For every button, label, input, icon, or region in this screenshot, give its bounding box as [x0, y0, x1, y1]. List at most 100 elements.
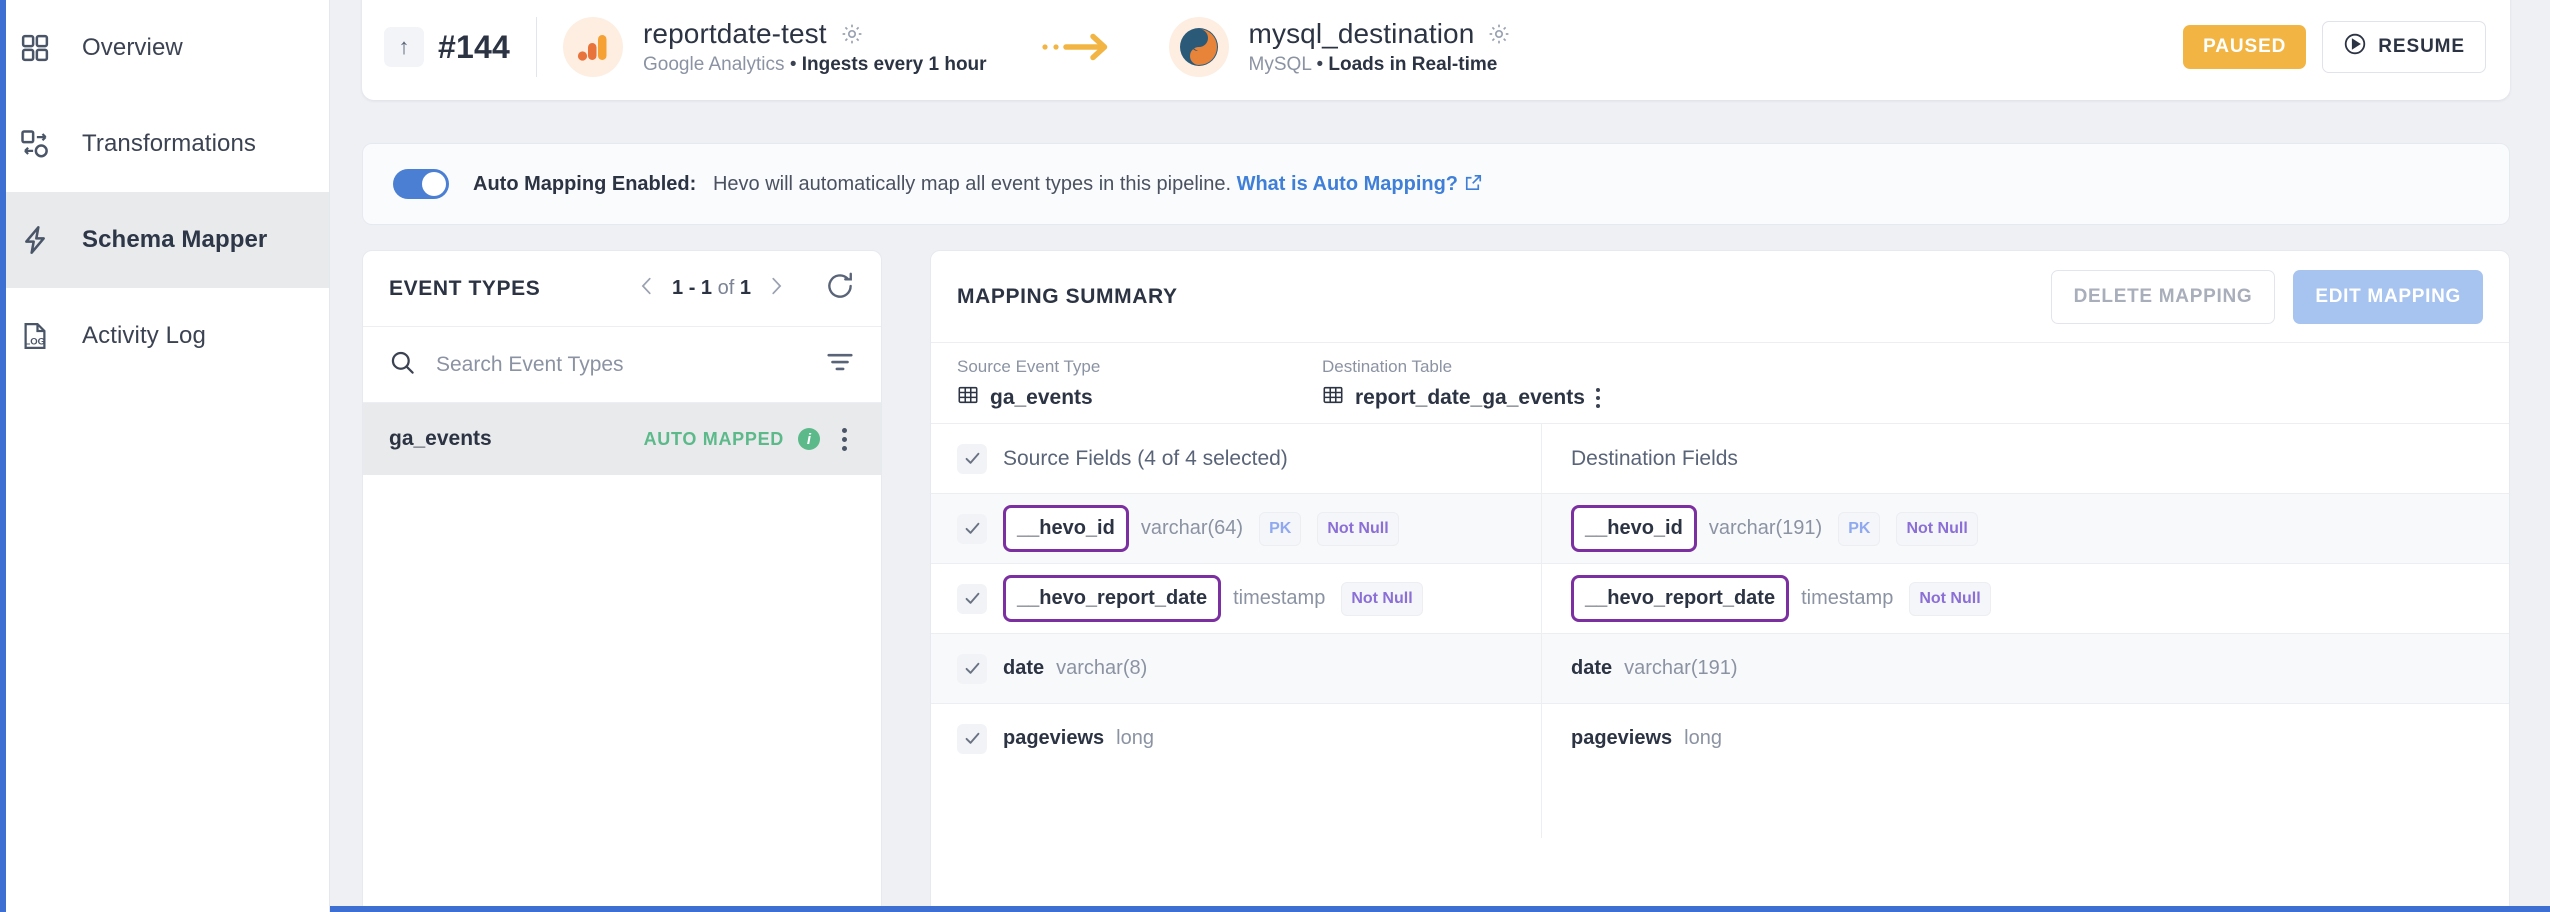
event-types-search-row: [363, 327, 881, 403]
search-input[interactable]: [436, 352, 805, 377]
row-checkbox[interactable]: [957, 583, 987, 614]
search-icon: [389, 349, 416, 381]
pipeline-run-id: #144: [438, 28, 510, 65]
pager-total: 1: [739, 277, 751, 299]
auto-mapping-title: Auto Mapping Enabled:: [473, 172, 697, 195]
source-field-cell: pageviews long: [931, 704, 1541, 773]
destination-field-name: date: [1571, 657, 1613, 679]
sidebar-item-activity-log[interactable]: LOG Activity Log: [6, 288, 329, 384]
row-checkbox[interactable]: [957, 723, 987, 754]
destination-schedule: Loads in Real-time: [1328, 54, 1498, 75]
source-endpoint: reportdate-test Google Analytics • Inges…: [563, 17, 987, 77]
destination-table-block: Destination Table report_date_ga_events: [1322, 357, 1600, 411]
separator: •: [1316, 54, 1324, 75]
table-row: __hevo_id varchar(64) PK Not Null __hevo…: [931, 493, 2509, 563]
mapping-summary-title: MAPPING SUMMARY: [957, 284, 1178, 308]
destination-endpoint: mysql_destination MySQL • Loads in Real-…: [1168, 17, 1512, 77]
dashed-arrow-right-icon: [1041, 30, 1115, 64]
destination-field-type: varchar(191): [1708, 517, 1823, 539]
source-field-name: __hevo_id: [1003, 505, 1129, 552]
source-event-type-value: ga_events: [990, 385, 1093, 409]
event-types-pager: 1 - 1 of 1: [636, 271, 855, 306]
gear-icon[interactable]: [1487, 22, 1511, 46]
sidebar-item-transformations[interactable]: Transformations: [6, 96, 329, 192]
app-root: Overview Transformations Schema Mapper L…: [0, 0, 2550, 912]
pipeline-run-id-group: ↑ #144: [384, 27, 510, 67]
table-row: __hevo_report_date timestamp Not Null __…: [931, 563, 2509, 633]
source-field-type: varchar(8): [1056, 657, 1148, 679]
destination-table-value: report_date_ga_events: [1355, 385, 1585, 409]
source-field-name: pageviews: [1003, 727, 1105, 749]
sidebar-item-overview[interactable]: Overview: [6, 0, 329, 96]
play-circle-icon: [2343, 32, 2367, 62]
destination-field-type: varchar(191): [1624, 657, 1738, 679]
destination-fields-header: Destination Fields: [1571, 446, 1738, 470]
auto-mapping-link[interactable]: What is Auto Mapping?: [1237, 173, 1458, 195]
auto-mapping-toggle[interactable]: [393, 169, 449, 199]
source-fields-header: Source Fields (4 of 4 selected): [1003, 446, 1288, 470]
table-icon: [1322, 384, 1344, 411]
chevron-right-icon[interactable]: [765, 273, 787, 304]
source-field-cell: date varchar(8): [931, 634, 1541, 703]
kebab-menu-icon[interactable]: [1595, 387, 1600, 408]
pager-range: 1 - 1 of 1: [672, 277, 751, 300]
auto-mapping-description: Hevo will automatically map all event ty…: [712, 172, 1232, 195]
log-document-icon: LOG: [12, 313, 58, 359]
delete-mapping-button[interactable]: DELETE MAPPING: [2050, 269, 2276, 324]
main-content: ↑ #144 reportdate-test Google Analytics …: [330, 0, 2550, 912]
fields-table: Source Fields (4 of 4 selected) Destinat…: [931, 423, 2509, 838]
pager-range-value: 1 - 1: [672, 277, 713, 299]
filter-icon[interactable]: [825, 347, 855, 382]
source-field-tag-notnull: Not Null: [1341, 581, 1423, 616]
destination-field-name: pageviews: [1571, 727, 1673, 749]
sidebar-item-label: Overview: [82, 34, 183, 61]
row-checkbox[interactable]: [957, 653, 987, 684]
source-field-cell: __hevo_report_date timestamp Not Null: [931, 564, 1541, 633]
divider: [536, 17, 537, 77]
sidebar-item-label: Activity Log: [82, 322, 206, 349]
sidebar-item-label: Schema Mapper: [82, 226, 268, 253]
row-checkbox[interactable]: [957, 513, 987, 544]
table-row: date varchar(8) date varchar(191): [931, 633, 2509, 703]
arrow-up-icon[interactable]: ↑: [384, 27, 424, 67]
lightning-icon: [12, 217, 58, 263]
source-field-type: timestamp: [1233, 587, 1326, 609]
source-fields-header-cell: Source Fields (4 of 4 selected): [931, 424, 1541, 493]
destination-type: MySQL: [1248, 54, 1312, 75]
fields-table-header-row: Source Fields (4 of 4 selected) Destinat…: [931, 423, 2509, 493]
sidebar-item-schema-mapper[interactable]: Schema Mapper: [6, 192, 329, 288]
kebab-menu-icon[interactable]: [834, 424, 855, 455]
header-actions: PAUSED RESUME: [2183, 21, 2486, 73]
external-link-icon[interactable]: [1464, 173, 1483, 195]
google-analytics-logo: [563, 17, 623, 77]
destination-field-type: timestamp: [1801, 587, 1894, 609]
source-name: reportdate-test: [643, 18, 827, 49]
chevron-left-icon[interactable]: [636, 273, 658, 304]
svg-text:LOG: LOG: [24, 336, 45, 347]
destination-field-name: __hevo_id: [1571, 505, 1697, 552]
transform-icon: [12, 121, 58, 167]
source-field-type: long: [1116, 727, 1154, 749]
select-all-checkbox[interactable]: [957, 443, 987, 474]
destination-field-tag-pk: PK: [1838, 511, 1881, 546]
edit-mapping-button[interactable]: EDIT MAPPING: [2293, 269, 2483, 324]
info-icon[interactable]: i: [798, 428, 820, 450]
grid-icon: [12, 25, 58, 71]
gear-icon[interactable]: [840, 22, 864, 46]
source-field-tag-pk: PK: [1259, 511, 1302, 546]
mapping-summary-panel: MAPPING SUMMARY DELETE MAPPING EDIT MAPP…: [930, 250, 2510, 912]
destination-field-cell: __hevo_report_date timestamp Not Null: [1541, 564, 2509, 633]
bottom-accent-bar: [0, 906, 2550, 912]
destination-meta: MySQL • Loads in Real-time: [1249, 54, 1512, 76]
source-type: Google Analytics: [643, 54, 785, 75]
refresh-icon[interactable]: [825, 271, 855, 306]
resume-button[interactable]: RESUME: [2322, 21, 2486, 73]
separator: •: [789, 54, 797, 75]
event-types-panel: EVENT TYPES 1 - 1 of 1 Search Event Type…: [362, 250, 882, 912]
destination-field-cell: __hevo_id varchar(191) PK Not Null: [1541, 494, 2509, 563]
destination-field-type: long: [1684, 727, 1722, 749]
resume-button-label: RESUME: [2378, 36, 2465, 57]
event-type-row[interactable]: ga_events AUTO MAPPED i: [363, 403, 881, 475]
destination-fields-header-cell: Destination Fields: [1541, 424, 2509, 493]
destination-name: mysql_destination: [1248, 18, 1475, 49]
